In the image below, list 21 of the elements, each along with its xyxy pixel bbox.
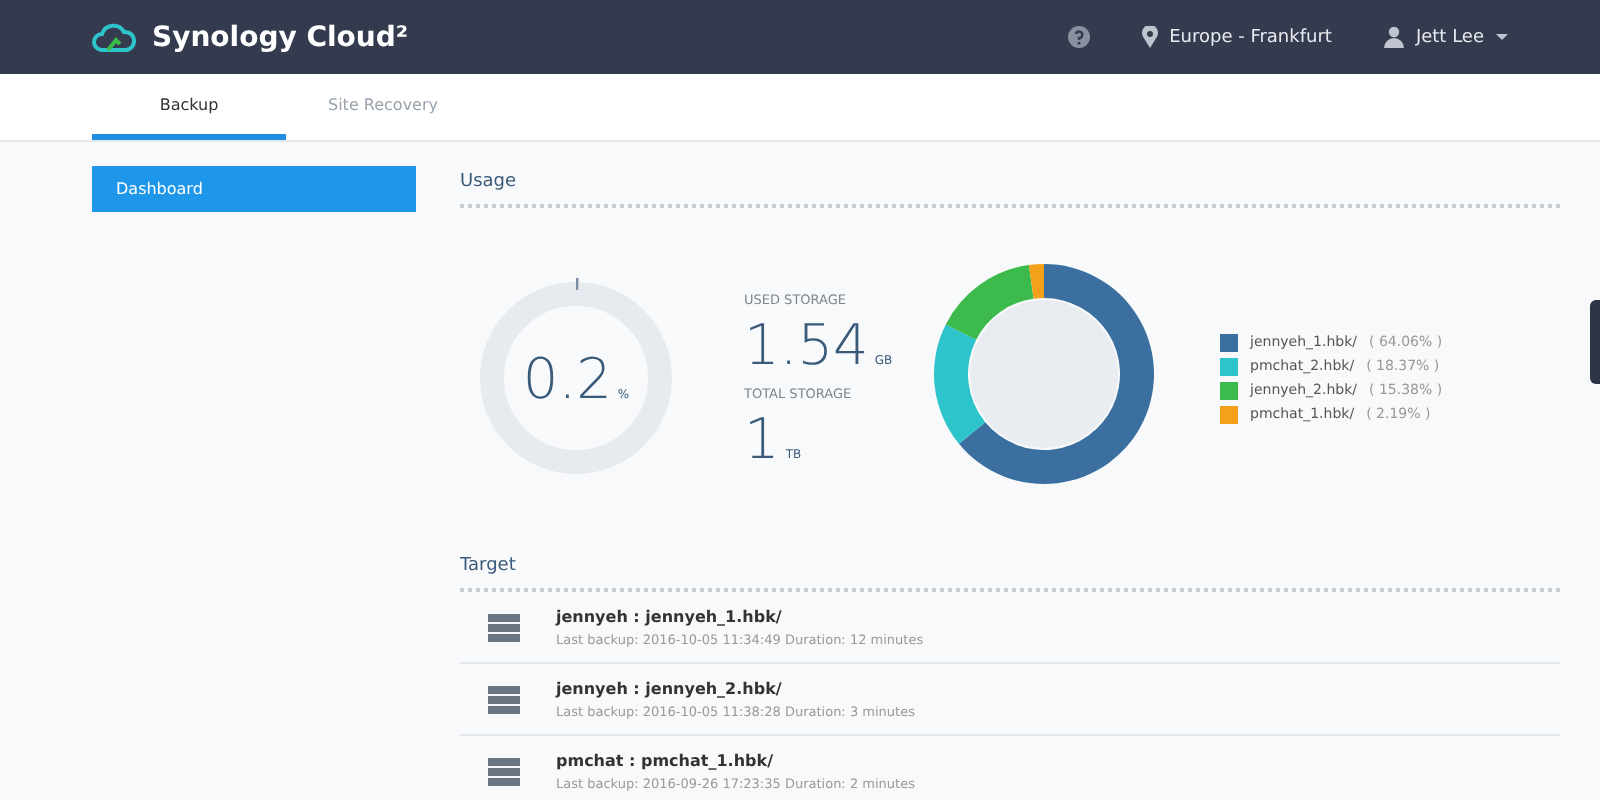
gauge-value: 0.2 [522,345,612,411]
server-icon [488,613,520,641]
cloud-logo-icon [92,21,136,53]
target-name: jennyeh : jennyeh_1.hbk/ [556,607,784,625]
section-title: Usage [460,170,519,196]
tab[interactable]: Backup [92,74,286,140]
caret-icon[interactable] [1496,33,1508,41]
stat-value: 1 [744,406,780,472]
region-label[interactable]: Europe - Frankfurt [1169,27,1332,47]
user-icon[interactable] [1383,26,1404,48]
stat-value: 1.54 [744,312,869,378]
app-name: Synology Cloud² [152,21,409,53]
user-name[interactable]: Jett Lee [1415,27,1484,47]
server-icon [488,685,520,713]
server-icon [488,757,520,785]
help-icon[interactable] [1067,26,1090,48]
location-pin-icon[interactable] [1141,26,1158,48]
side-panel-handle[interactable] [1590,300,1600,384]
section-title: Target [460,554,518,580]
target-name: pmchat : pmchat_1.hbk/ [556,751,775,769]
target-name: jennyeh : jennyeh_2.hbk/ [556,679,784,697]
